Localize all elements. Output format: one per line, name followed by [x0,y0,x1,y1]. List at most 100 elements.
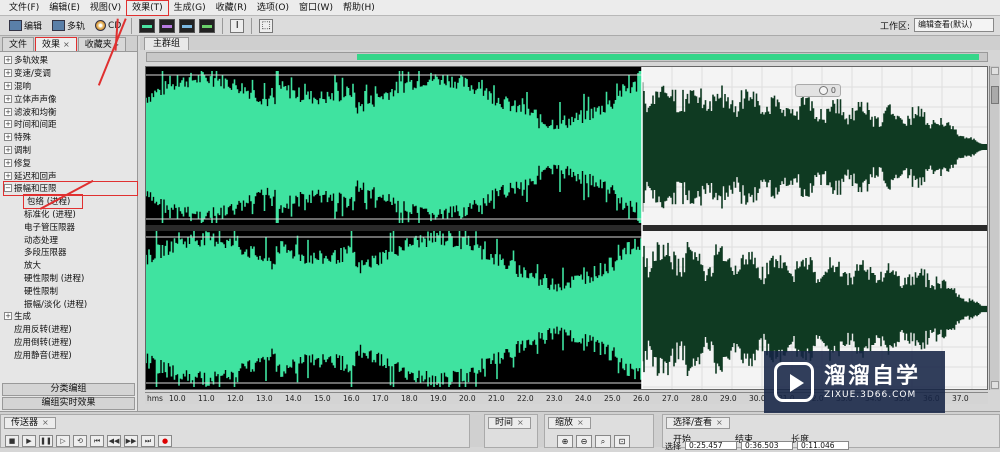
go-start-icon[interactable]: ⏮ [90,435,104,447]
close-icon[interactable]: × [42,418,49,428]
expand-icon[interactable]: + [4,120,12,129]
menu-file[interactable]: 文件(F) [4,1,44,15]
expand-icon[interactable]: + [4,145,12,154]
close-icon[interactable]: × [577,418,584,428]
collapse-icon[interactable]: − [4,184,12,193]
category-group-button[interactable]: 分类编组 [2,383,135,396]
scroll-down-icon[interactable] [991,381,999,389]
gain-knob[interactable] [818,86,828,95]
ruler-tick: 10.0 [169,394,186,403]
play-from-cursor-icon[interactable]: ▷ [56,435,70,447]
menu-edit[interactable]: 编辑(E) [44,1,85,15]
edit-view-button[interactable]: 编辑 [6,18,45,34]
pause-icon[interactable]: ❚❚ [39,435,53,447]
zoom-in-icon[interactable]: ⊕ [557,435,573,448]
forward-icon[interactable]: ▶▶ [124,435,138,447]
tree-child-item[interactable]: 电子管压限器 [4,220,137,233]
tree-item[interactable]: + 变速/变调 [4,67,137,80]
expand-icon[interactable]: + [4,133,12,142]
workspace: 工作区: 编辑查看(默认) [880,18,994,32]
tree-item[interactable]: + 立体声声像 [4,92,137,105]
marquee-icon[interactable]: ⬚ [259,18,274,33]
tree-child-item[interactable]: 振幅/淡化 (进程) [4,297,137,310]
tree-item[interactable]: 应用反转(进程) [4,323,137,336]
gain-control[interactable]: 0 [795,84,841,97]
menu-view[interactable]: 视图(V) [85,1,126,15]
expand-icon[interactable]: + [4,171,12,180]
zoom-selection-icon[interactable]: ⌕ [595,435,611,448]
tree-item[interactable]: + 多轨效果 [4,54,137,67]
menu-effects[interactable]: 效果(T) [126,0,169,16]
overview-bar[interactable] [146,52,988,62]
selection-end-field[interactable]: 0:36.503 [741,441,793,450]
tab-selection[interactable]: 选择/查看 × [666,417,730,429]
tree-item[interactable]: 应用倒转(进程) [4,336,137,349]
play-icon[interactable]: ▶ [22,435,36,447]
expand-icon[interactable]: + [4,56,12,65]
expand-icon[interactable]: + [4,107,12,116]
tree-item[interactable]: + 混响 [4,80,137,93]
tree-item[interactable]: + 滤波和均衡 [4,105,137,118]
scroll-up-icon[interactable] [991,67,999,75]
selection-length-field[interactable]: 0:11.046 [797,441,849,450]
go-end-icon[interactable]: ⏭ [141,435,155,447]
tree-item[interactable]: + 延迟和回声 [4,169,137,182]
pan-view-icon[interactable] [179,18,196,33]
text-cursor-icon[interactable]: I [230,18,245,33]
workspace-select[interactable]: 编辑查看(默认) [914,18,994,32]
stop-icon[interactable]: ■ [5,435,19,447]
tree-item[interactable]: 应用静音(进程) [4,348,137,361]
tab-time[interactable]: 时间 × [488,417,531,429]
expand-icon[interactable]: + [4,94,12,103]
menu-help[interactable]: 帮助(H) [338,1,380,15]
tree-item[interactable]: + 时间和间距 [4,118,137,131]
tab-transport[interactable]: 传送器 × [4,417,56,429]
tab-effects[interactable]: 效果 × [35,37,77,51]
ruler-tick: 17.0 [372,394,389,403]
tree-item[interactable]: + 特殊 [4,131,137,144]
expand-icon[interactable]: + [4,312,12,321]
selection-panel: 选择/查看 × 开始 结束 长度 选择 0:25.457 0:36.503 0:1… [662,414,1000,451]
selection-start-field[interactable]: 0:25.457 [685,441,737,450]
overview-range[interactable] [357,54,979,60]
tab-zoom[interactable]: 缩放 × [548,417,591,429]
realtime-group-button[interactable]: 编组实时效果 [2,397,135,410]
tree-child-item[interactable]: 硬性限制 (进程) [4,272,137,285]
multitrack-button[interactable]: 多轨 [49,18,88,34]
expand-icon[interactable]: + [4,158,12,167]
record-icon[interactable]: ● [158,435,172,447]
tab-main-group[interactable]: 主群组 [144,37,190,50]
tree-item[interactable]: + 调制 [4,144,137,157]
effects-panel: 文件 效果× 收藏夹▸ +多轨效果+变速/变调+混响+立体声声像+滤波和均衡+时… [0,36,138,411]
menu-favorites[interactable]: 收藏(R) [211,1,252,15]
play-logo-icon [774,362,814,402]
rewind-icon[interactable]: ◀◀ [107,435,121,447]
spectral-view-icon[interactable] [159,18,176,33]
waveform-view-icon[interactable] [139,18,156,33]
tree-child-item[interactable]: 放大 [4,259,137,272]
tree-item[interactable]: + 修复 [4,156,137,169]
close-icon[interactable]: × [716,418,723,428]
watermark-title: 溜溜自学 [824,364,921,389]
close-icon[interactable]: × [517,418,524,428]
phase-view-icon[interactable] [199,18,216,33]
scroll-thumb[interactable] [991,86,999,104]
expand-icon[interactable]: + [4,81,12,90]
menu-options[interactable]: 选项(O) [252,1,294,15]
tree-child-item[interactable]: 标准化 (进程) [4,208,137,221]
tab-files[interactable]: 文件 [2,37,35,51]
vertical-scrollbar[interactable] [989,66,999,390]
menu-generate[interactable]: 生成(G) [169,1,211,15]
waveform-canvas[interactable] [146,67,988,390]
tree-child-item[interactable]: 硬性限制 [4,284,137,297]
tree-child-item[interactable]: 多段压限器 [4,246,137,259]
zoom-out-icon[interactable]: ⊖ [576,435,592,448]
tree-child-item[interactable]: 动态处理 [4,233,137,246]
menu-window[interactable]: 窗口(W) [294,1,338,15]
waveform-display[interactable] [145,66,988,390]
expand-icon[interactable]: + [4,69,12,78]
loop-icon[interactable]: ⟲ [73,435,87,447]
tree-item[interactable]: + 生成 [4,310,137,323]
close-icon[interactable]: × [63,39,70,51]
zoom-full-icon[interactable]: ⊡ [614,435,630,448]
